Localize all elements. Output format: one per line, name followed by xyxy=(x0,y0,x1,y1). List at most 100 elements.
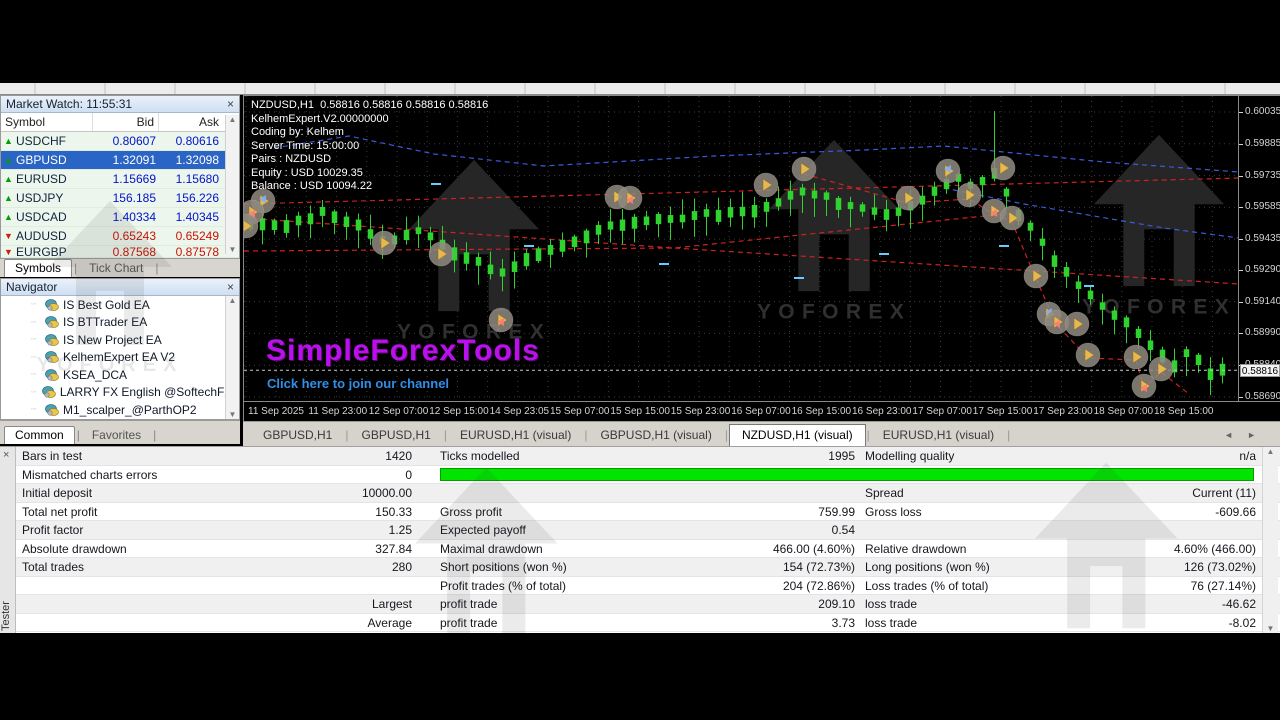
tester-value: 327.84 xyxy=(216,542,412,556)
date-label: 18 Sep 07:00 xyxy=(1094,406,1154,417)
date-label: 18 Sep 15:00 xyxy=(1154,406,1214,417)
modelling-progress-bar xyxy=(440,468,1254,481)
trade-marker xyxy=(936,159,960,183)
ask-value: 1.15680 xyxy=(159,172,223,186)
tab-common[interactable]: Common xyxy=(4,426,75,444)
navigator-panel: Navigator × ┈IS Best Gold EA┈IS BTTrader… xyxy=(0,278,240,420)
scroll-down-icon[interactable]: ▼ xyxy=(229,410,237,419)
chart-tab[interactable]: EURUSD,H1 (visual) xyxy=(871,425,1006,446)
chart-info-line: Coding by: Kelhem xyxy=(251,126,488,140)
date-label: 15 Sep 23:00 xyxy=(671,406,731,417)
bid-value: 1.40334 xyxy=(93,210,159,224)
tab-separator: | xyxy=(72,261,79,277)
tester-row: Absolute drawdown327.84Maximal drawdown4… xyxy=(16,540,1280,559)
column-ask[interactable]: Ask xyxy=(159,113,223,131)
close-icon[interactable]: × xyxy=(227,99,234,109)
price-tick xyxy=(1239,176,1243,177)
scroll-up-icon[interactable]: ▲ xyxy=(229,296,237,305)
symbol-name: USDCHF xyxy=(16,134,93,148)
column-bid[interactable]: Bid xyxy=(93,113,159,131)
market-watch-row[interactable]: ▲USDJPY156.185156.226 xyxy=(1,189,239,208)
tester-value: -46.62 xyxy=(1063,597,1256,611)
simpleforextools-watermark: SimpleForexTools xyxy=(266,334,540,368)
chart-plot[interactable]: YOFOREXYOFOREXYOFOREX NZDUSD,H1 0.58816 … xyxy=(244,96,1238,401)
navigator-item-label: M1_scalper_@ParthOP2 xyxy=(63,403,197,417)
tester-panel: × Tester Bars in test1420Ticks modelled1… xyxy=(0,446,1280,633)
scroll-down-icon[interactable]: ▼ xyxy=(1267,624,1275,633)
date-label: 11 Sep 23:00 xyxy=(308,406,367,417)
chart-tab[interactable]: GBPUSD,H1 xyxy=(251,425,344,446)
tab-scroll-arrows[interactable]: ◄► xyxy=(1224,430,1280,446)
channel-link[interactable]: Click here to join our channel xyxy=(267,376,449,391)
tester-label: Ticks modelled xyxy=(440,449,645,463)
tester-value: -609.66 xyxy=(1063,505,1256,519)
tester-label: profit trade xyxy=(440,616,645,630)
tab-favorites[interactable]: Favorites xyxy=(82,427,151,444)
market-watch-panel: Market Watch: 11:55:31 × Symbol Bid Ask … xyxy=(0,95,240,277)
tester-label: Gross profit xyxy=(440,505,645,519)
tester-row: Profit trades (% of total)204 (72.86%)Lo… xyxy=(16,577,1280,596)
scroll-up-icon[interactable]: ▲ xyxy=(229,115,237,124)
chart-tab[interactable]: GBPUSD,H1 xyxy=(349,425,442,446)
market-watch-header: Symbol Bid Ask xyxy=(1,113,239,132)
chart-symbol-ohlc: NZDUSD,H1 0.58816 0.58816 0.58816 0.5881… xyxy=(251,99,488,113)
scroll-down-icon[interactable]: ▼ xyxy=(229,245,237,254)
market-watch-scrollbar[interactable]: ▲ ▼ xyxy=(225,115,239,254)
navigator-item[interactable]: ┈KelhemExpert EA V2 xyxy=(1,349,239,367)
navigator-item[interactable]: ┈IS New Project EA xyxy=(1,331,239,349)
close-icon[interactable]: × xyxy=(3,449,9,461)
close-icon[interactable]: × xyxy=(227,282,234,292)
navigator-item-label: KSEA_DCA xyxy=(63,368,127,382)
trade-marker xyxy=(1024,264,1048,288)
tester-value: 1995 xyxy=(651,449,855,463)
tester-value: n/a xyxy=(1063,449,1256,463)
market-watch-row[interactable]: ▼AUDUSD0.652430.65249 xyxy=(1,227,239,246)
tester-row: Initial deposit10000.00SpreadCurrent (11… xyxy=(16,484,1280,503)
tab-tick-chart[interactable]: Tick Chart xyxy=(79,260,153,277)
tester-value: 0 xyxy=(216,468,412,482)
column-symbol[interactable]: Symbol xyxy=(1,113,93,131)
navigator-item[interactable]: ┈IS BTTrader EA xyxy=(1,314,239,332)
market-watch-row[interactable]: ▲USDCAD1.403341.40345 xyxy=(1,208,239,227)
navigator-item[interactable]: ┈M1_scalper_@ParthOP2 xyxy=(1,401,239,419)
up-arrow-icon: ▲ xyxy=(1,155,16,165)
expert-advisor-icon xyxy=(45,369,59,381)
navigator-title: Navigator xyxy=(6,280,57,294)
bid-value: 156.185 xyxy=(93,191,159,205)
price-label: 0.59435 xyxy=(1245,233,1280,244)
market-watch-row[interactable]: ▲GBPUSD1.320911.32098 xyxy=(1,151,239,170)
tester-value: 76 (27.14%) xyxy=(1063,579,1256,593)
price-tick xyxy=(1239,112,1243,113)
trade-marker xyxy=(618,186,642,210)
market-watch-rows: ▲USDCHF0.806070.80616▲GBPUSD1.320911.320… xyxy=(1,132,239,258)
tab-symbols[interactable]: Symbols xyxy=(4,259,72,277)
tester-value: 154 (72.73%) xyxy=(651,560,855,574)
navigator-item[interactable]: ┈KSEA_DCA xyxy=(1,366,239,384)
toolbar-cutoff xyxy=(0,83,1280,95)
price-label: 0.59735 xyxy=(1245,170,1280,181)
tester-scrollbar[interactable]: ▲ ▼ xyxy=(1262,447,1278,633)
navigator-item-label: LARRY FX English @SoftechFX_ xyxy=(60,385,239,399)
price-tick xyxy=(1239,397,1243,398)
scroll-up-icon[interactable]: ▲ xyxy=(1267,447,1275,456)
market-watch-row[interactable]: ▼EURGBP0.875680.87578 xyxy=(1,246,239,258)
tester-side-strip: × Tester xyxy=(0,447,16,634)
chart-tab[interactable]: NZDUSD,H1 (visual) xyxy=(729,424,866,446)
bid-value: 1.15669 xyxy=(93,172,159,186)
letterbox-top xyxy=(0,0,1280,83)
chart-tab[interactable]: GBPUSD,H1 (visual) xyxy=(588,425,723,446)
tester-label: Maximal drawdown xyxy=(440,542,645,556)
price-tick xyxy=(1239,302,1243,303)
navigator-scrollbar[interactable]: ▲ ▼ xyxy=(225,296,239,419)
tester-value: 126 (73.02%) xyxy=(1063,560,1256,574)
date-label: 16 Sep 23:00 xyxy=(852,406,912,417)
expert-advisor-icon xyxy=(45,404,59,416)
letterbox-bottom xyxy=(0,633,1280,720)
ask-value: 0.80616 xyxy=(159,134,223,148)
tester-row: Total net profit150.33Gross profit759.99… xyxy=(16,503,1280,522)
chart-tab[interactable]: EURUSD,H1 (visual) xyxy=(448,425,583,446)
navigator-item[interactable]: ┈IS Best Gold EA xyxy=(1,296,239,314)
market-watch-row[interactable]: ▲USDCHF0.806070.80616 xyxy=(1,132,239,151)
market-watch-row[interactable]: ▲EURUSD1.156691.15680 xyxy=(1,170,239,189)
navigator-item[interactable]: ┈LARRY FX English @SoftechFX_ xyxy=(1,384,239,402)
